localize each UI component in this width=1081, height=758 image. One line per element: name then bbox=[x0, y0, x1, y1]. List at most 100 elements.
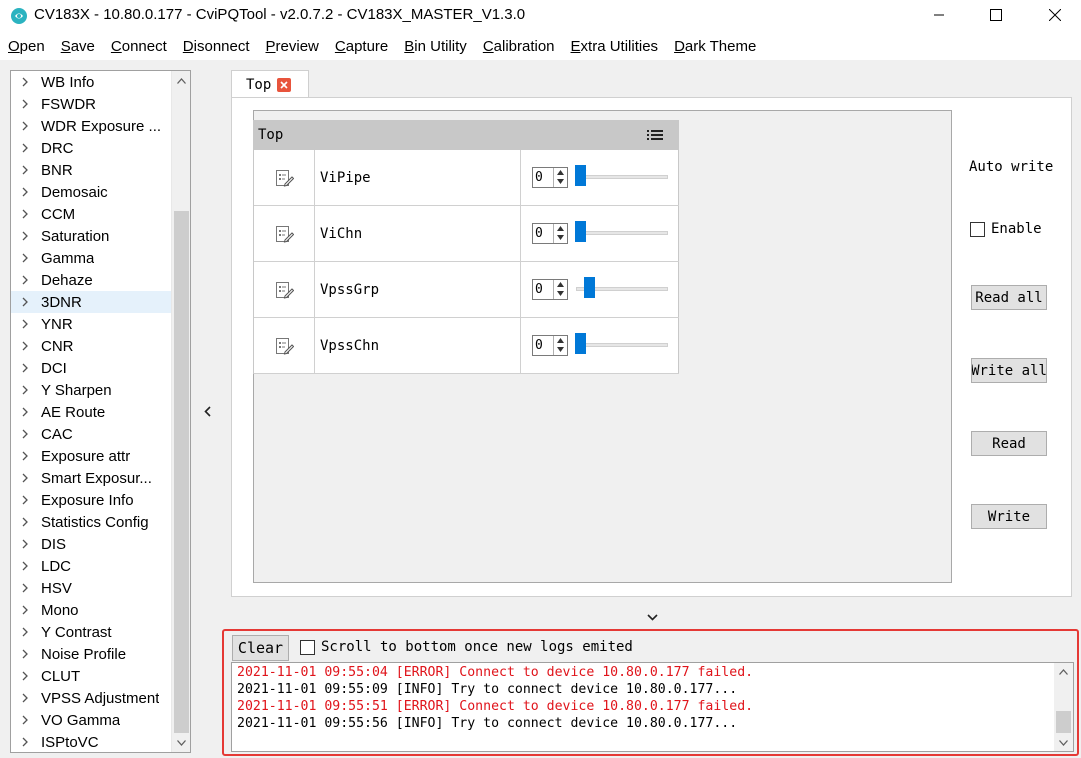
checkbox-box[interactable] bbox=[970, 221, 985, 237]
spin-up-icon[interactable] bbox=[554, 336, 567, 345]
read-button[interactable]: Read bbox=[971, 431, 1047, 456]
tree-item[interactable]: Mono bbox=[11, 599, 171, 621]
value-spinbox[interactable]: 0 bbox=[532, 279, 568, 300]
spin-down-icon[interactable] bbox=[554, 233, 567, 242]
maximize-button[interactable] bbox=[973, 0, 1019, 30]
value-slider-handle[interactable] bbox=[575, 333, 586, 354]
chevron-right-icon[interactable] bbox=[17, 272, 33, 288]
edit-icon-cell[interactable] bbox=[254, 206, 315, 261]
chevron-right-icon[interactable] bbox=[17, 74, 33, 90]
log-output[interactable]: 2021-11-01 09:55:04 [ERROR] Connect to d… bbox=[231, 662, 1074, 752]
spin-down-icon[interactable] bbox=[554, 289, 567, 298]
edit-icon-cell[interactable] bbox=[254, 150, 315, 205]
value-slider-track[interactable] bbox=[576, 343, 668, 347]
scroll-up-icon[interactable] bbox=[1054, 663, 1073, 680]
chevron-right-icon[interactable] bbox=[17, 96, 33, 112]
tree-item[interactable]: Exposure Info bbox=[11, 489, 171, 511]
tree-item[interactable]: Y Sharpen bbox=[11, 379, 171, 401]
chevron-right-icon[interactable] bbox=[17, 228, 33, 244]
tree-item[interactable]: WB Info bbox=[11, 71, 171, 93]
tree-item[interactable]: WDR Exposure ... bbox=[11, 115, 171, 137]
chevron-right-icon[interactable] bbox=[17, 316, 33, 332]
tree-item[interactable]: CAC bbox=[11, 423, 171, 445]
clear-log-button[interactable]: Clear bbox=[232, 635, 289, 661]
menu-item[interactable]: Preview bbox=[266, 38, 319, 55]
tree-item[interactable]: Gamma bbox=[11, 247, 171, 269]
chevron-right-icon[interactable] bbox=[17, 206, 33, 222]
value-slider-handle[interactable] bbox=[575, 165, 586, 186]
scroll-down-icon[interactable] bbox=[172, 733, 190, 752]
menu-item[interactable]: Calibration bbox=[483, 38, 555, 55]
log-scrollbar[interactable] bbox=[1054, 663, 1073, 751]
collapse-left-button[interactable] bbox=[200, 402, 214, 420]
tree-item[interactable]: DIS bbox=[11, 533, 171, 555]
value-spinbox[interactable]: 0 bbox=[532, 167, 568, 188]
tree-item[interactable]: CNR bbox=[11, 335, 171, 357]
chevron-right-icon[interactable] bbox=[17, 536, 33, 552]
tree-item[interactable]: Y Contrast bbox=[11, 621, 171, 643]
tree-item[interactable]: Exposure attr bbox=[11, 445, 171, 467]
chevron-right-icon[interactable] bbox=[17, 118, 33, 134]
scroll-to-bottom-option[interactable]: Scroll to bottom once new logs emited bbox=[300, 639, 633, 655]
tree-item[interactable]: ISPtoVC bbox=[11, 731, 171, 752]
value-spinbox[interactable]: 0 bbox=[532, 335, 568, 356]
value-slider-track[interactable] bbox=[576, 231, 668, 235]
edit-icon-cell[interactable] bbox=[254, 262, 315, 317]
chevron-right-icon[interactable] bbox=[17, 360, 33, 376]
write-button[interactable]: Write bbox=[971, 504, 1047, 529]
list-menu-icon[interactable] bbox=[647, 128, 663, 142]
menu-item[interactable]: Capture bbox=[335, 38, 388, 55]
value-slider-handle[interactable] bbox=[584, 277, 595, 298]
tree-item[interactable]: CLUT bbox=[11, 665, 171, 687]
tree-item[interactable]: CCM bbox=[11, 203, 171, 225]
chevron-right-icon[interactable] bbox=[17, 448, 33, 464]
menu-item[interactable]: Dark Theme bbox=[674, 38, 756, 55]
menu-item[interactable]: Bin Utility bbox=[404, 38, 467, 55]
chevron-right-icon[interactable] bbox=[17, 492, 33, 508]
chevron-right-icon[interactable] bbox=[17, 690, 33, 706]
close-button[interactable] bbox=[1032, 0, 1078, 30]
edit-icon-cell[interactable] bbox=[254, 318, 315, 373]
menu-item[interactable]: Open bbox=[8, 38, 45, 55]
spin-up-icon[interactable] bbox=[554, 280, 567, 289]
chevron-right-icon[interactable] bbox=[17, 470, 33, 486]
spinbox-buttons[interactable] bbox=[553, 168, 567, 187]
tree-item[interactable]: HSV bbox=[11, 577, 171, 599]
chevron-right-icon[interactable] bbox=[17, 558, 33, 574]
chevron-right-icon[interactable] bbox=[17, 184, 33, 200]
chevron-right-icon[interactable] bbox=[17, 404, 33, 420]
value-slider-handle[interactable] bbox=[575, 221, 586, 242]
collapse-down-button[interactable] bbox=[644, 610, 660, 624]
chevron-right-icon[interactable] bbox=[17, 712, 33, 728]
chevron-right-icon[interactable] bbox=[17, 734, 33, 750]
spinbox-buttons[interactable] bbox=[553, 336, 567, 355]
menu-item[interactable]: Extra Utilities bbox=[571, 38, 659, 55]
chevron-right-icon[interactable] bbox=[17, 162, 33, 178]
scroll-up-icon[interactable] bbox=[172, 71, 190, 90]
chevron-right-icon[interactable] bbox=[17, 426, 33, 442]
tree-scroll-thumb[interactable] bbox=[174, 211, 189, 733]
chevron-right-icon[interactable] bbox=[17, 668, 33, 684]
tree-item[interactable]: Dehaze bbox=[11, 269, 171, 291]
chevron-right-icon[interactable] bbox=[17, 294, 33, 310]
log-scroll-thumb[interactable] bbox=[1056, 711, 1071, 733]
tree-item[interactable]: BNR bbox=[11, 159, 171, 181]
tree-item[interactable]: DRC bbox=[11, 137, 171, 159]
read-all-button[interactable]: Read all bbox=[971, 285, 1047, 310]
chevron-right-icon[interactable] bbox=[17, 382, 33, 398]
tree-item[interactable]: YNR bbox=[11, 313, 171, 335]
tree-item[interactable]: LDC bbox=[11, 555, 171, 577]
chevron-right-icon[interactable] bbox=[17, 140, 33, 156]
chevron-right-icon[interactable] bbox=[17, 580, 33, 596]
chevron-right-icon[interactable] bbox=[17, 338, 33, 354]
tab-close-button[interactable] bbox=[277, 77, 292, 92]
minimize-button[interactable] bbox=[916, 0, 962, 30]
spin-down-icon[interactable] bbox=[554, 177, 567, 186]
tree-item[interactable]: Smart Exposur... bbox=[11, 467, 171, 489]
value-slider-track[interactable] bbox=[576, 175, 668, 179]
tree-item[interactable]: Saturation bbox=[11, 225, 171, 247]
tree-item[interactable]: Statistics Config bbox=[11, 511, 171, 533]
spin-up-icon[interactable] bbox=[554, 224, 567, 233]
spin-up-icon[interactable] bbox=[554, 168, 567, 177]
menu-item[interactable]: Save bbox=[61, 38, 95, 55]
